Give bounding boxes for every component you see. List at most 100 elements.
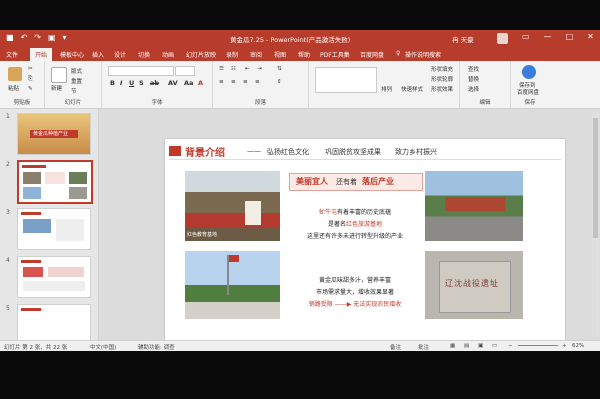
font-name-combo[interactable]	[108, 66, 174, 76]
slide-thumb-1[interactable]: 黄金瓜种植产业	[17, 113, 91, 155]
font-color-icon[interactable]: A	[198, 79, 203, 87]
undo-icon[interactable]: ↶	[21, 33, 28, 42]
user-name[interactable]: 冉 天豪	[452, 34, 474, 44]
copy-icon[interactable]: ⎘	[28, 76, 32, 83]
underline-icon[interactable]: U	[129, 79, 134, 87]
numbering-icon[interactable]: ☷	[231, 66, 236, 72]
thumb-caption: 黄金瓜种植产业	[33, 131, 69, 137]
save-to-netdisk-label[interactable]: 百度网盘	[517, 88, 539, 96]
avatar[interactable]	[497, 33, 508, 44]
tab-help[interactable]: 帮助	[298, 50, 310, 59]
close-icon[interactable]: ✕	[587, 32, 594, 41]
slide-thumb-4[interactable]	[17, 256, 91, 298]
tell-me-search[interactable]: 操作说明搜索	[405, 50, 441, 59]
minimize-icon[interactable]: —	[544, 32, 552, 41]
cut-icon[interactable]: ✂	[28, 66, 33, 72]
zoom-level[interactable]: 62%	[572, 343, 584, 349]
language-indicator[interactable]: 中文(中国)	[90, 343, 116, 351]
select-button[interactable]: 选择	[468, 85, 479, 93]
find-button[interactable]: 查找	[468, 65, 479, 73]
photo-flagpole[interactable]	[185, 251, 280, 319]
paste-label[interactable]: 粘贴	[8, 84, 19, 92]
tab-insert[interactable]: 插入	[92, 50, 104, 59]
quick-styles-button[interactable]: 快速样式	[401, 85, 423, 93]
photo-flag-ceremony[interactable]	[425, 171, 523, 241]
slide-sorter-icon[interactable]: ▤	[464, 343, 469, 349]
new-slide-icon[interactable]	[51, 67, 67, 83]
status-bar: 幻灯片 第 2 张，共 22 张 中文(中国) 辅助功能: 调查 备注 批注 ▦…	[0, 340, 600, 351]
align-left-icon[interactable]: ≡	[219, 79, 224, 85]
arrange-button[interactable]: 排列	[381, 85, 392, 93]
center-text-frame[interactable]: 美丽宜人 还有着 落后产业 虻牛屯有着丰富的历史底蕴 是著名红色旅游基地 这里还…	[289, 169, 423, 319]
text-line: 这里还有许多未进行转型升级的产业	[306, 233, 403, 240]
outdent-icon[interactable]: ⇥	[257, 66, 262, 72]
shape-outline-button[interactable]: 形状轮廓	[431, 75, 453, 83]
normal-view-icon[interactable]: ▦	[450, 343, 455, 349]
indent-icon[interactable]: ⇤	[245, 66, 250, 72]
case-icon[interactable]: Aa	[184, 79, 193, 87]
scrollbar-thumb[interactable]	[593, 118, 598, 238]
tab-animations[interactable]: 动画	[162, 50, 174, 59]
present-icon[interactable]: ▣	[48, 33, 56, 42]
reading-view-icon[interactable]: ▣	[478, 343, 483, 349]
tab-review[interactable]: 审阅	[250, 50, 262, 59]
paragraph-group: ☰ ☷ ⇤ ⇥ ≡ ≡ ≡ ≡ ⇅ ⇕ 段落	[213, 61, 309, 108]
text-direction-icon[interactable]: ⇅	[277, 66, 282, 72]
format-painter-icon[interactable]: ✎	[28, 86, 33, 92]
shapes-gallery[interactable]	[315, 67, 377, 93]
spacing-icon[interactable]: AV	[168, 79, 178, 87]
photo-memorial-stone[interactable]: 辽沈战役遗址	[425, 251, 523, 319]
tab-template-center[interactable]: 模板中心	[60, 50, 84, 59]
photo-person	[245, 201, 261, 225]
font-size-combo[interactable]	[175, 66, 195, 76]
align-text-icon[interactable]: ⇕	[277, 79, 282, 85]
tab-transitions[interactable]: 切换	[138, 50, 150, 59]
slide-editing-canvas[interactable]: 背景介绍 —— 弘扬红色文化 巩固脱贫攻坚成果 致力乡村振兴 红色教育基地 美丽…	[99, 109, 600, 346]
paste-icon[interactable]	[8, 67, 22, 81]
accessibility-status[interactable]: 辅助功能: 调查	[138, 343, 175, 351]
shadow-icon[interactable]: S	[139, 79, 144, 87]
maximize-icon[interactable]: □	[566, 32, 574, 41]
zoom-out-icon[interactable]: −	[508, 343, 513, 349]
slideshow-icon[interactable]: ▭	[492, 343, 497, 349]
box-title-part: 还有着	[336, 178, 357, 186]
tab-view[interactable]: 视图	[274, 50, 286, 59]
tab-pdf-tools[interactable]: PDF工具集	[320, 50, 350, 59]
align-right-icon[interactable]: ≡	[243, 79, 248, 85]
italic-icon[interactable]: I	[120, 79, 122, 87]
reset-button[interactable]: 重置	[71, 77, 82, 85]
comments-button[interactable]: 批注	[418, 343, 429, 351]
layout-button[interactable]: 版式	[71, 67, 82, 75]
tab-file[interactable]: 文件	[6, 50, 18, 59]
replace-button[interactable]: 替换	[468, 75, 479, 83]
tab-baidu-netdisk[interactable]: 百度网盘	[360, 50, 384, 59]
align-center-icon[interactable]: ≡	[231, 79, 236, 85]
tab-design[interactable]: 设计	[114, 50, 126, 59]
tab-home[interactable]: 开始	[30, 48, 53, 61]
justify-icon[interactable]: ≡	[255, 79, 260, 85]
zoom-slider[interactable]	[518, 345, 558, 346]
tab-record[interactable]: 录制	[226, 50, 238, 59]
baidu-netdisk-icon[interactable]	[522, 65, 536, 79]
shape-effects-button[interactable]: 形状效果	[431, 85, 453, 93]
redo-icon[interactable]: ↷	[34, 33, 41, 42]
vertical-scrollbar[interactable]	[592, 112, 599, 337]
slide-thumb-2[interactable]	[17, 160, 93, 204]
zoom-in-icon[interactable]: +	[562, 343, 567, 349]
shape-fill-button[interactable]: 形状填充	[431, 65, 453, 73]
customize-icon[interactable]: ▾	[63, 33, 67, 42]
bold-icon[interactable]: B	[110, 79, 115, 87]
slide-thumb-3[interactable]	[17, 208, 91, 250]
slides-group: 新建 版式 重置 节 幻灯片	[45, 61, 102, 108]
strikethrough-icon[interactable]: ab	[150, 79, 159, 87]
ribbon-display-icon[interactable]: ▭	[522, 32, 530, 41]
slide-thumb-5[interactable]	[17, 304, 91, 340]
section-button[interactable]: 节	[71, 87, 77, 95]
save-icon[interactable]: ■	[6, 33, 14, 42]
new-slide-button[interactable]: 新建	[51, 84, 62, 92]
notes-button[interactable]: 备注	[390, 343, 401, 351]
bullets-icon[interactable]: ☰	[219, 66, 224, 72]
photo-red-education-base[interactable]: 红色教育基地	[185, 171, 280, 241]
current-slide[interactable]: 背景介绍 —— 弘扬红色文化 巩固脱贫攻坚成果 致力乡村振兴 红色教育基地 美丽…	[165, 139, 565, 346]
tab-slideshow[interactable]: 幻灯片放映	[186, 50, 216, 59]
